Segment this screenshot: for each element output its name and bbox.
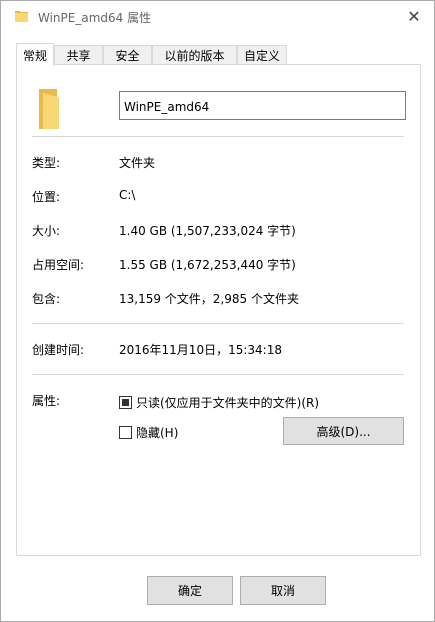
close-button[interactable]: ✕ xyxy=(394,1,434,31)
hidden-checkbox[interactable] xyxy=(119,426,132,439)
type-label: 类型: xyxy=(32,156,61,170)
tab-general[interactable]: 常规 xyxy=(16,43,54,66)
title-bar[interactable]: WinPE_amd64 属性 ✕ xyxy=(1,1,434,31)
cancel-button[interactable]: 取消 xyxy=(240,576,326,605)
tab-customize[interactable]: 自定义 xyxy=(237,45,287,65)
hidden-checkbox-row[interactable]: 隐藏(H) xyxy=(119,424,178,441)
type-value: 文件夹 xyxy=(119,156,156,170)
size-label: 大小: xyxy=(32,224,61,238)
size-on-disk-label: 占用空间: xyxy=(32,258,85,272)
contains-value: 13,159 个文件，2,985 个文件夹 xyxy=(119,292,299,306)
divider xyxy=(32,374,404,375)
location-value: C:\ xyxy=(119,188,136,202)
tab-previous-versions[interactable]: 以前的版本 xyxy=(152,45,237,65)
close-icon: ✕ xyxy=(407,6,421,26)
hidden-label: 隐藏(H) xyxy=(136,426,179,440)
ok-button[interactable]: 确定 xyxy=(147,576,233,605)
divider xyxy=(32,323,404,324)
created-value: 2016年11月10日，15:34:18 xyxy=(119,343,282,357)
folder-icon xyxy=(15,11,28,22)
folder-large-icon xyxy=(39,89,59,129)
properties-dialog: WinPE_amd64 属性 ✕ 常规 共享 安全 以前的版本 自定义 类型: … xyxy=(0,0,435,622)
attributes-label: 属性: xyxy=(32,394,61,408)
location-label: 位置: xyxy=(32,190,61,204)
general-panel: 类型: 文件夹 位置: C:\ 大小: 1.40 GB (1,507,233,0… xyxy=(16,64,421,556)
window-title: WinPE_amd64 属性 xyxy=(38,11,152,25)
folder-name-input[interactable] xyxy=(119,91,406,120)
tab-security[interactable]: 安全 xyxy=(103,45,152,65)
created-label: 创建时间: xyxy=(32,343,85,357)
size-value: 1.40 GB (1,507,233,024 字节) xyxy=(119,224,296,238)
divider xyxy=(32,136,404,137)
size-on-disk-value: 1.55 GB (1,672,253,440 字节) xyxy=(119,258,296,272)
contains-label: 包含: xyxy=(32,292,61,306)
advanced-button[interactable]: 高级(D)... xyxy=(283,417,404,445)
tab-sharing[interactable]: 共享 xyxy=(54,45,103,65)
readonly-label: 只读(仅应用于文件夹中的文件)(R) xyxy=(136,396,320,410)
readonly-checkbox[interactable] xyxy=(119,396,132,409)
readonly-checkbox-row[interactable]: 只读(仅应用于文件夹中的文件)(R) xyxy=(119,394,319,411)
